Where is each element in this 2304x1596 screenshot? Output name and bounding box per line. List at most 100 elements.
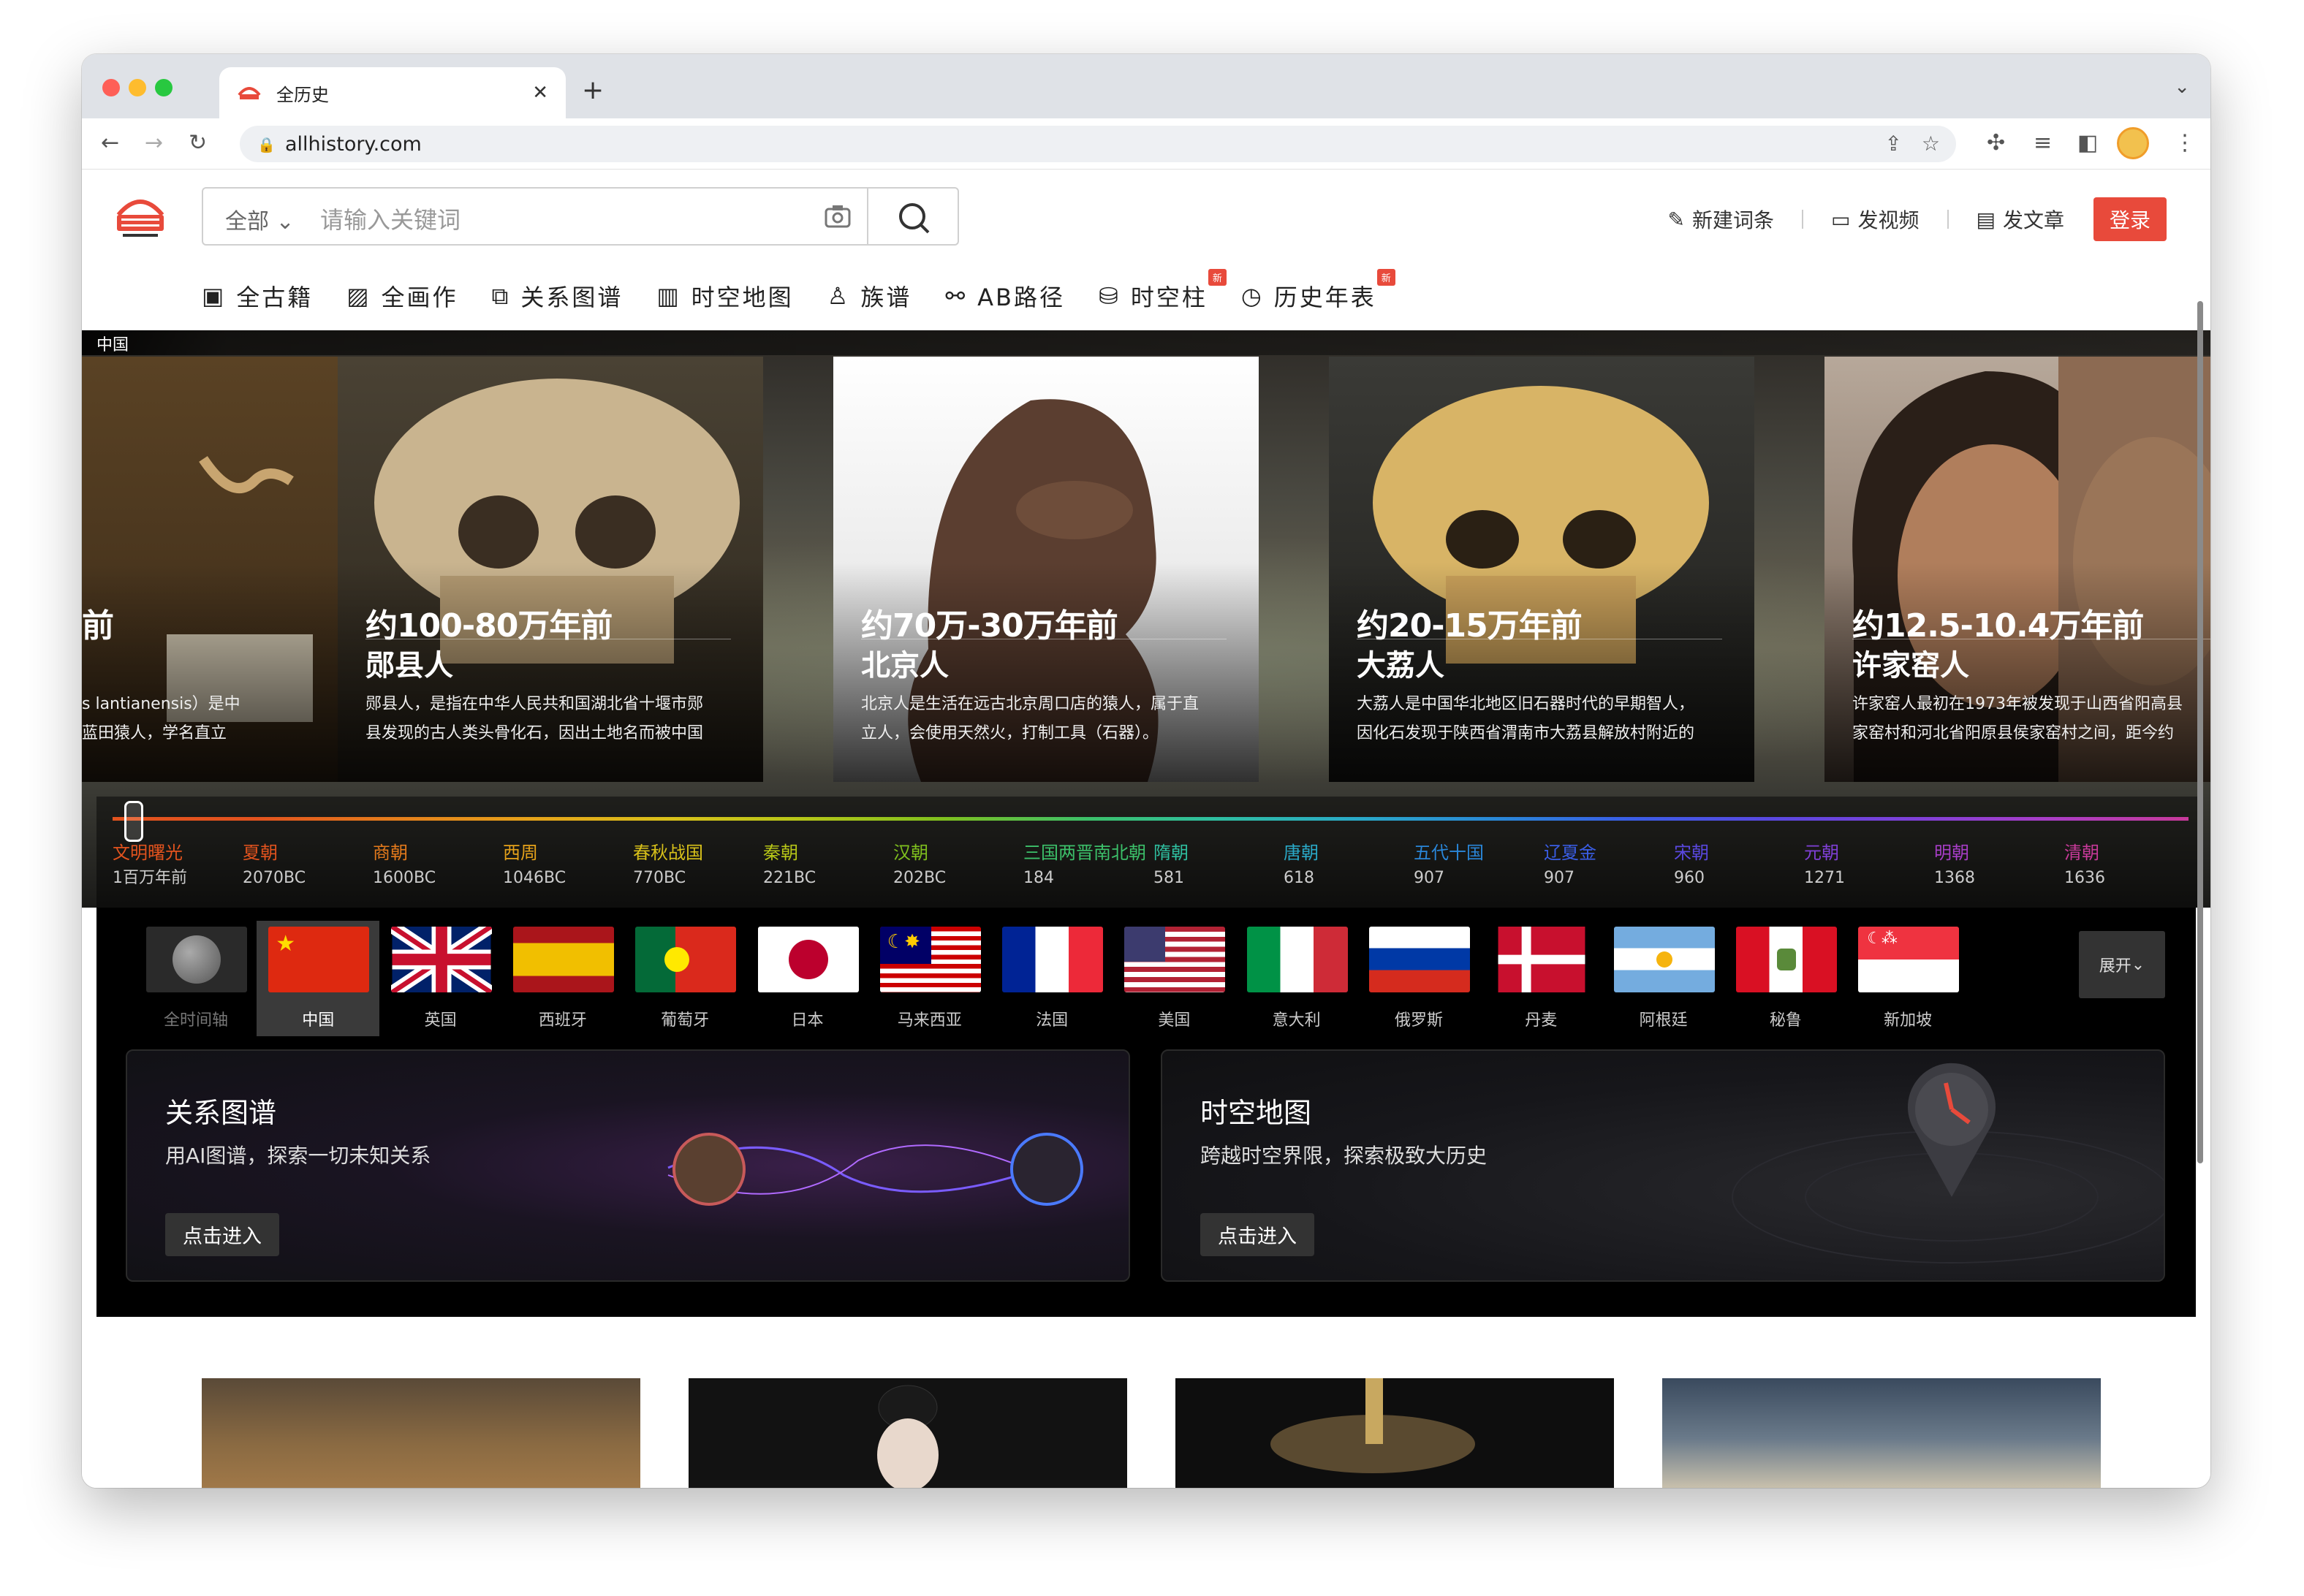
search-icon[interactable] xyxy=(895,199,933,237)
timeline-dynasty[interactable]: 文明曙光 1百万年前 xyxy=(113,840,241,892)
country-flag[interactable]: ★ 中国 xyxy=(257,921,380,1036)
country-flag[interactable]: 丹麦 xyxy=(1479,921,1602,1036)
forward-arrow-icon[interactable]: → xyxy=(145,129,163,158)
timeline-dynasty[interactable]: 西周 1046BC xyxy=(503,840,632,892)
timeline-dynasty[interactable]: 夏朝 2070BC xyxy=(243,840,371,892)
enter-button[interactable]: 点击进入 xyxy=(165,1213,279,1256)
profile-avatar[interactable] xyxy=(2117,127,2149,159)
browser-tab[interactable]: 全历史 ✕ xyxy=(219,67,566,118)
minimize-window-button[interactable] xyxy=(129,79,146,96)
search-scope-select[interactable]: 全部 ⌄ xyxy=(225,203,295,235)
dynasty-year: 907 xyxy=(1544,869,1574,887)
browser-menu-icon[interactable]: ⋮ xyxy=(2174,129,2196,158)
share-icon[interactable]: ⇪ xyxy=(1885,132,1902,156)
timeline-dynasty[interactable]: 隋朝 581 xyxy=(1153,840,1282,892)
dynasty-year: 2070BC xyxy=(243,869,306,887)
post-video-button[interactable]: ▭ 发视频 xyxy=(1831,205,1919,234)
country-flag[interactable]: 西班牙 xyxy=(501,921,624,1036)
enter-button[interactable]: 点击进入 xyxy=(1200,1213,1314,1256)
country-name: 中国 xyxy=(302,1011,335,1030)
timeline-dynasty[interactable]: 五代十国 907 xyxy=(1414,840,1542,892)
thumbnail-bronze-vessel[interactable] xyxy=(1175,1378,1614,1488)
omnibox[interactable]: 🔒 allhistory.com ⇪ ☆ xyxy=(240,126,1956,162)
nav-history-chronology[interactable]: ◷ 历史年表新 xyxy=(1241,269,1395,313)
close-window-button[interactable] xyxy=(102,79,120,96)
hero-card[interactable]: 约70万-30万年前 北京人 北京人是生活在远古北京周口店的猿人，属于直 立人，会… xyxy=(833,357,1259,782)
hero-card[interactable]: 约100-80万年前 郧县人 郧县人，是指在中华人民共和国湖北省十堰市郧 县发现的… xyxy=(338,357,763,782)
timeline-dynasty[interactable]: 明朝 1368 xyxy=(1934,840,2063,892)
maximize-window-button[interactable] xyxy=(155,79,173,96)
country-flag[interactable]: 秘鲁 xyxy=(1724,921,1847,1036)
nav-relation-graph[interactable]: ⧉ 关系图谱 xyxy=(492,279,624,313)
timeline-dynasty[interactable]: 秦朝 221BC xyxy=(763,840,892,892)
timeline-dynasty[interactable]: 汉朝 202BC xyxy=(893,840,1022,892)
country-name: 丹麦 xyxy=(1525,1011,1558,1030)
nav-genealogy[interactable]: ♙ 族谱 xyxy=(827,279,912,313)
side-panel-icon[interactable]: ◧ xyxy=(2077,129,2098,158)
country-flag[interactable]: ☾⁂ 新加坡 xyxy=(1846,921,1969,1036)
reading-list-icon[interactable]: ≡ xyxy=(2034,129,2052,158)
country-flag[interactable]: 日本 xyxy=(746,921,869,1036)
nav-spacetime-pillar[interactable]: ⛁ 时空柱新 xyxy=(1099,269,1227,313)
nav-paintings[interactable]: ▨ 全画作 xyxy=(346,279,458,313)
timeline-slider-handle[interactable] xyxy=(124,801,143,842)
nav-ancient-books[interactable]: ▣ 全古籍 xyxy=(202,279,313,313)
allhistory-logo[interactable] xyxy=(113,193,168,240)
timeline-dynasty[interactable]: 辽夏金 907 xyxy=(1544,840,1672,892)
site-favicon-icon xyxy=(238,87,261,99)
pillar-icon: ⛁ xyxy=(1099,282,1121,310)
painting-icon: ▨ xyxy=(346,282,371,310)
page-scrollbar[interactable] xyxy=(2197,301,2203,1163)
search-input[interactable]: 请输入关键词 xyxy=(320,202,461,235)
post-article-button[interactable]: ▤ 发文章 xyxy=(1977,205,2064,234)
spacetime-map-panel[interactable]: 时空地图 跨越时空界限，探索极致大历史 点击进入 xyxy=(1161,1049,2165,1282)
timeline-dynasty[interactable]: 元朝 1271 xyxy=(1804,840,1933,892)
country-flag[interactable]: 意大利 xyxy=(1235,921,1358,1036)
new-tab-button[interactable]: + xyxy=(582,76,604,105)
timeline-dynasty[interactable]: 商朝 1600BC xyxy=(373,840,501,892)
tab-close-icon[interactable]: ✕ xyxy=(532,82,548,104)
extensions-puzzle-icon[interactable]: ✣ xyxy=(1987,129,2005,158)
dynasty-name: 文明曙光 xyxy=(113,843,183,863)
country-flag[interactable]: ☾✸ 马来西亚 xyxy=(868,921,991,1036)
graph-icon: ⧉ xyxy=(491,281,511,310)
nav-spacetime-map[interactable]: ▥ 时空地图 xyxy=(656,279,793,313)
hero-card[interactable]: 约20-15万年前 大荔人 大荔人是中国华北地区旧石器时代的早期智人， 因化石发现… xyxy=(1329,357,1754,782)
reload-icon[interactable]: ↻ xyxy=(189,129,207,158)
thumbnail-tang-figure[interactable] xyxy=(689,1378,1127,1488)
timeline-dynasty[interactable]: 三国两晋南北朝 184 xyxy=(1023,840,1152,892)
dynasty-timeline: 文明曙光 1百万年前 夏朝 2070BC 商朝 1600BC 西周 1046BC 春秋战国 770… xyxy=(96,797,2202,908)
card-desc: 许家窑人最初在1973年被发现于山西省阳高县 家窑村和河北省阳原县侯家窑村之间，距… xyxy=(1852,695,2183,742)
flag-icon xyxy=(1369,927,1470,992)
hero-card[interactable]: 约12.5-10.4万年前 许家窑人 许家窑人最初在1973年被发现于山西省阳高… xyxy=(1824,357,2210,782)
country-flag[interactable]: 法国 xyxy=(990,921,1113,1036)
timeline-dynasty[interactable]: 春秋战国 770BC xyxy=(633,840,762,892)
back-arrow-icon[interactable]: ← xyxy=(101,129,119,158)
tab-search-chevron-icon[interactable]: ⌄ xyxy=(2174,76,2190,98)
country-flag[interactable]: 葡萄牙 xyxy=(624,921,746,1036)
bookmark-star-icon[interactable]: ☆ xyxy=(1922,132,1940,156)
url-text[interactable]: allhistory.com xyxy=(285,133,422,156)
card-desc: 大荔人是中国华北地区旧石器时代的早期智人， 因化石发现于陕西省渭南市大荔县解放村附… xyxy=(1357,695,1695,742)
country-selector: 展开 ⌄ 全时间轴 ★ 中国 英国 西班牙 葡萄牙 日本 ☾✸ 马来西亚 法国 美国 意大利 俄罗斯 丹麦… xyxy=(96,908,2196,1039)
nav-ab-path[interactable]: ⚯ AB路径 xyxy=(945,279,1065,313)
country-flag[interactable]: 俄罗斯 xyxy=(1357,921,1480,1036)
relation-graph-panel[interactable]: 关系图谱 用AI图谱，探索一切未知关系 点击进入 xyxy=(126,1049,1130,1282)
country-flag[interactable]: 美国 xyxy=(1113,921,1235,1036)
thumbnail-ancient-fortress[interactable] xyxy=(1662,1378,2101,1488)
camera-icon[interactable] xyxy=(822,200,854,232)
timeline-dynasty[interactable]: 清朝 1636 xyxy=(2064,840,2193,892)
timeline-dynasty[interactable]: 宋朝 960 xyxy=(1674,840,1803,892)
flag-icon xyxy=(1491,927,1592,992)
hero-card[interactable]: 前 s lantianensis）是中 蓝田猿人，学名直立 xyxy=(82,357,351,782)
country-flag[interactable]: 英国 xyxy=(379,921,502,1036)
thumbnail-egypt-ruins[interactable] xyxy=(202,1378,640,1488)
card-era: 前 xyxy=(82,607,114,645)
country-all-timeline[interactable]: 全时间轴 xyxy=(134,921,257,1036)
timeline-dynasty[interactable]: 唐朝 618 xyxy=(1284,840,1412,892)
edit-icon: ✎ xyxy=(1667,207,1685,232)
new-entry-button[interactable]: ✎ 新建词条 xyxy=(1668,205,1774,234)
country-flag[interactable]: 阿根廷 xyxy=(1602,921,1725,1036)
expand-countries-button[interactable]: 展开 ⌄ xyxy=(2079,931,2165,998)
login-button[interactable]: 登录 xyxy=(2093,197,2167,241)
